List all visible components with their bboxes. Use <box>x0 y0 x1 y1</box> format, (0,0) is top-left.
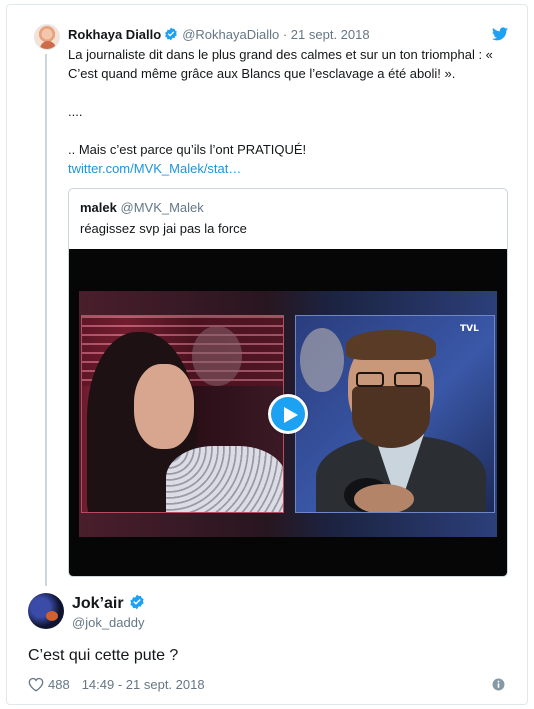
video-panel-right: TVL <box>295 315 495 513</box>
twitter-bird-icon[interactable] <box>492 27 508 46</box>
quoted-tweet[interactable]: malek @MVK_Malek réagissez svp jai pas l… <box>68 188 508 577</box>
play-icon <box>284 407 298 423</box>
tweet-timestamp[interactable]: 14:49 - 21 sept. 2018 <box>82 677 205 692</box>
tweet-footer: 488 14:49 - 21 sept. 2018 <box>28 677 205 696</box>
main-author-handle[interactable]: @jok_daddy <box>72 615 144 631</box>
verified-badge-icon <box>129 594 145 616</box>
quoted-author-name: malek <box>80 200 117 215</box>
play-button[interactable] <box>268 394 308 434</box>
parent-tweet-header: Rokhaya Diallo @RokhayaDiallo · 21 sept. … <box>68 27 370 45</box>
parent-tweet-link[interactable]: twitter.com/MVK_Malek/stat… <box>68 159 518 178</box>
parent-tweet-date[interactable]: 21 sept. 2018 <box>291 27 370 42</box>
parent-tweet-line: .. Mais c’est parce qu’ils l’ont PRATIQU… <box>68 142 307 157</box>
verified-badge-icon <box>164 27 178 45</box>
info-icon[interactable] <box>492 678 505 696</box>
heart-icon[interactable] <box>28 677 44 696</box>
quoted-tweet-header: malek @MVK_Malek <box>80 200 204 216</box>
main-avatar[interactable] <box>28 593 64 629</box>
video-panel-left <box>81 315 284 513</box>
quoted-tweet-text: réagissez svp jai pas la force <box>80 221 247 236</box>
channel-logo: TVL <box>460 324 479 334</box>
main-author-name[interactable]: Jok’air <box>72 595 124 612</box>
parent-avatar[interactable] <box>34 24 60 50</box>
quoted-author-handle: @MVK_Malek <box>120 200 204 215</box>
like-count[interactable]: 488 <box>48 677 70 692</box>
thread-line <box>45 54 47 586</box>
main-tweet-text: C’est qui cette pute ? <box>28 647 179 664</box>
parent-tweet-line: La journaliste dit dans le plus grand de… <box>68 47 493 81</box>
parent-author-handle[interactable]: @RokhayaDiallo <box>182 27 279 42</box>
main-author-name-row: Jok’air <box>72 594 149 616</box>
parent-tweet-line: .... <box>68 104 83 119</box>
parent-tweet-text: La journaliste dit dans le plus grand de… <box>68 45 518 178</box>
header-separator: · <box>279 27 291 42</box>
video-player[interactable]: TVL <box>69 249 507 576</box>
parent-author-name[interactable]: Rokhaya Diallo <box>68 27 161 42</box>
